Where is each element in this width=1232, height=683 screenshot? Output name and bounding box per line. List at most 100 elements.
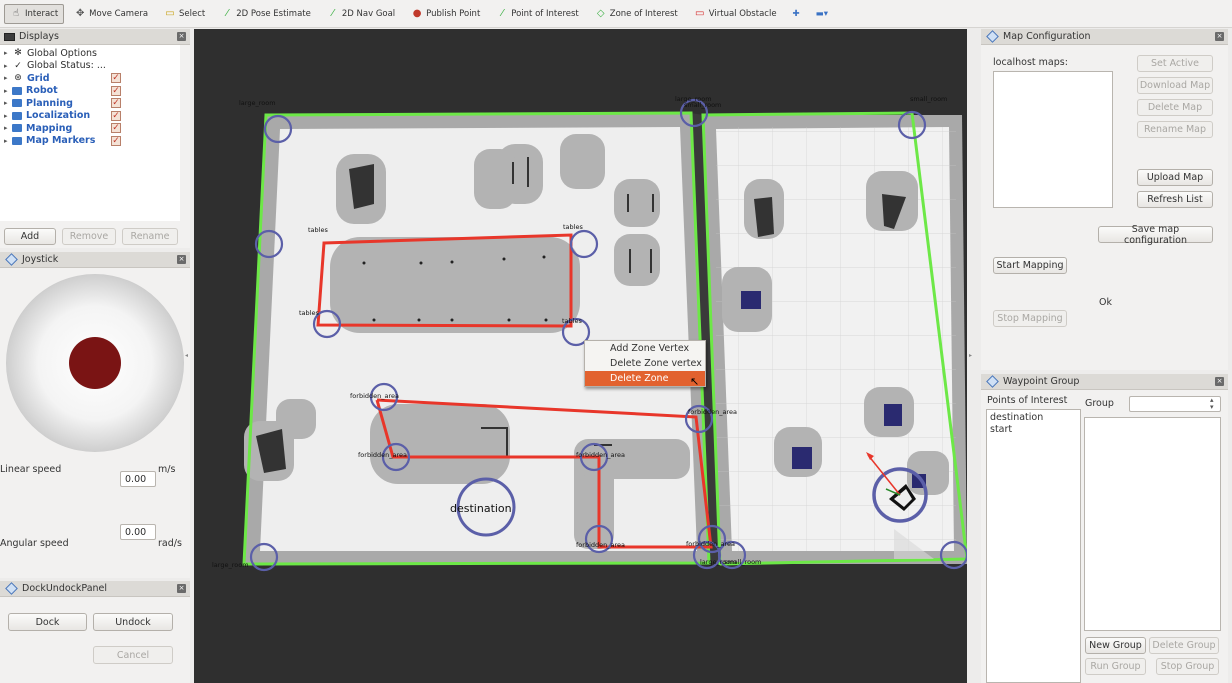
expand-arrow-icon[interactable]: ▸ (4, 99, 12, 107)
map-label: forbidden_area (686, 540, 735, 548)
delete-map-button[interactable]: Delete Map (1137, 99, 1213, 116)
tool-label: 2D Pose Estimate (236, 8, 311, 19)
dock-button[interactable]: Dock (8, 613, 87, 631)
tool-select[interactable]: ▭ Select (158, 4, 211, 24)
linear-speed-label: Linear speed (0, 464, 62, 475)
tool-zone-of-interest[interactable]: ◇ Zone of Interest (589, 4, 684, 24)
waypoint-title-bar: Waypoint Group × (981, 374, 1228, 390)
display-item[interactable]: ▸ ✻ Global Options (4, 47, 97, 59)
tool-label: Zone of Interest (609, 8, 678, 19)
tool-menu-chevron-icon[interactable]: ▬▾ (810, 4, 834, 24)
tool-publish-point[interactable]: ● Publish Point (405, 4, 486, 24)
angular-speed-input[interactable]: 0.00 (120, 524, 156, 540)
map-label: forbidden_area (358, 451, 407, 459)
expand-arrow-icon[interactable]: ▸ (4, 137, 12, 145)
stop-mapping-button[interactable]: Stop Mapping (993, 310, 1067, 327)
new-group-button[interactable]: New Group (1085, 637, 1146, 654)
add-tool-icon[interactable]: ✚ (787, 4, 806, 24)
map-canvas[interactable]: large_room large_room small_room small_room… (194, 29, 967, 683)
poi-item[interactable]: start (990, 424, 1012, 435)
menu-add-zone-vertex[interactable]: Add Zone Vertex (585, 341, 705, 356)
upload-map-button[interactable]: Upload Map (1137, 169, 1213, 186)
display-checkbox[interactable]: ✓ (111, 110, 121, 121)
left-splitter-handle[interactable]: ◂ (185, 352, 188, 359)
display-checkbox[interactable]: ✓ (111, 135, 121, 146)
delete-group-button[interactable]: Delete Group (1149, 637, 1219, 654)
gear-icon: ✻ (14, 48, 22, 58)
tool-2d-pose-estimate[interactable]: ⁄ 2D Pose Estimate (215, 4, 317, 24)
run-group-button[interactable]: Run Group (1085, 658, 1146, 675)
start-mapping-button[interactable]: Start Mapping (993, 257, 1067, 274)
group-select[interactable] (1129, 396, 1221, 412)
undock-button[interactable]: Undock (93, 613, 173, 631)
display-item[interactable]: ▸ Planning (4, 97, 73, 109)
joystick-pad[interactable] (6, 274, 184, 452)
dock-panel: DockUndockPanel × Dock Undock Cancel (0, 581, 190, 683)
rename-display-button[interactable]: Rename (122, 228, 178, 245)
display-checkbox[interactable]: ✓ (111, 85, 121, 96)
displays-panel: Displays × ▸ ✻ Global Options ▸ ✓ Global Stat… (0, 29, 190, 248)
destination-label: destination (450, 502, 512, 515)
display-checkbox[interactable]: ✓ (111, 123, 121, 133)
close-icon[interactable]: × (1215, 32, 1224, 41)
map-pin-icon: ● (412, 7, 422, 19)
display-item[interactable]: ▸ ✓ Global Status: ... (4, 60, 106, 72)
display-item-label: Global Options (27, 47, 97, 59)
expand-arrow-icon[interactable]: ▸ (4, 112, 12, 120)
maps-list-label: localhost maps: (993, 57, 1068, 68)
angular-speed-label: Angular speed (0, 538, 69, 549)
display-item-label: Global Status: ... (27, 60, 106, 71)
close-icon[interactable]: × (177, 255, 186, 264)
expand-arrow-icon[interactable]: ▸ (4, 87, 12, 95)
map-label: tables (299, 309, 319, 317)
download-map-button[interactable]: Download Map (1137, 77, 1213, 94)
tool-virtual-obstacle[interactable]: ▭ Virtual Obstacle (688, 4, 783, 24)
remove-display-button[interactable]: Remove (62, 228, 116, 245)
right-splitter-handle[interactable]: ▸ (969, 352, 972, 359)
expand-arrow-icon[interactable]: ▸ (4, 74, 12, 82)
display-item-label: Grid (27, 72, 50, 84)
cancel-button[interactable]: Cancel (93, 646, 173, 664)
menu-delete-zone-vertex[interactable]: Delete Zone vertex (585, 356, 705, 371)
set-active-button[interactable]: Set Active (1137, 55, 1213, 72)
display-item[interactable]: ▸ Map Markers (4, 135, 95, 147)
display-item[interactable]: ▸ Localization (4, 110, 90, 122)
display-item[interactable]: ▸ Mapping (4, 122, 72, 134)
map-config-title-bar: Map Configuration × (981, 29, 1228, 45)
add-display-button[interactable]: Add (4, 228, 56, 245)
display-item[interactable]: ▸ Robot (4, 85, 58, 97)
tool-move-camera[interactable]: ✥ Move Camera (68, 4, 154, 24)
menu-delete-zone[interactable]: Delete Zone (585, 371, 705, 386)
map-label: tables (563, 223, 583, 231)
dock-title: DockUndockPanel (22, 583, 108, 594)
stop-group-button[interactable]: Stop Group (1156, 658, 1219, 675)
tool-label: Publish Point (426, 8, 481, 19)
refresh-list-button[interactable]: Refresh List (1137, 191, 1213, 208)
group-waypoint-list[interactable] (1084, 417, 1221, 631)
display-item-label: Localization (26, 110, 91, 121)
expand-arrow-icon[interactable]: ▸ (4, 49, 12, 57)
map-label: forbidden_area (688, 408, 737, 416)
tool-interact[interactable]: ☝ Interact (4, 3, 65, 24)
display-item[interactable]: ▸ ⊛ Grid (4, 72, 50, 84)
display-checkbox[interactable]: ✓ (111, 98, 121, 108)
joystick-panel: Joystick × Linear speed 0.00 m/s 0.00 An… (0, 252, 190, 578)
close-icon[interactable]: × (177, 584, 186, 593)
poi-item[interactable]: destination (990, 412, 1043, 423)
tool-point-of-interest[interactable]: ⁄ Point of Interest (490, 4, 584, 24)
joystick-knob[interactable] (69, 337, 121, 389)
close-icon[interactable]: × (1215, 377, 1224, 386)
poi-list[interactable]: destination start (986, 409, 1081, 683)
maps-list[interactable] (993, 71, 1113, 208)
linear-speed-input[interactable]: 0.00 (120, 471, 156, 487)
rename-map-button[interactable]: Rename Map (1137, 121, 1213, 138)
map-label: tables (308, 226, 328, 234)
save-map-config-button[interactable]: Save map configuration (1098, 224, 1213, 246)
map-viewport[interactable]: large_room large_room small_room small_room… (194, 29, 967, 683)
expand-arrow-icon[interactable]: ▸ (4, 124, 12, 132)
expand-arrow-icon[interactable]: ▸ (4, 62, 12, 70)
display-checkbox[interactable]: ✓ (111, 73, 121, 83)
tool-2d-nav-goal[interactable]: ⁄ 2D Nav Goal (321, 4, 401, 24)
close-icon[interactable]: × (177, 32, 186, 41)
map-label: small_room (684, 101, 721, 109)
